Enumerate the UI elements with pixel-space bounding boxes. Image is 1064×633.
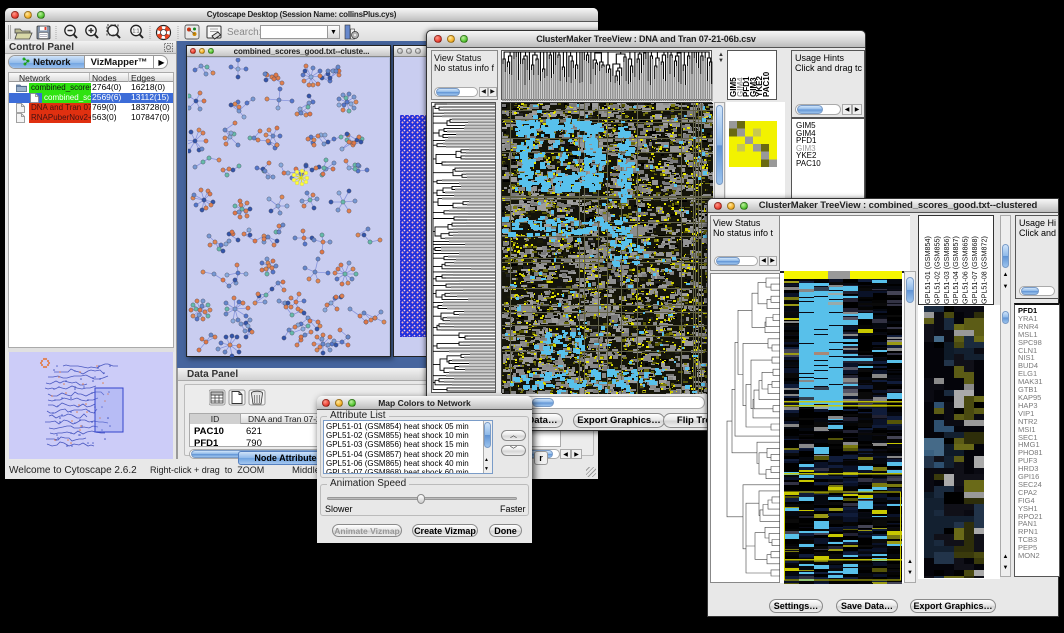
svg-text:1:1: 1:1 (133, 29, 140, 35)
